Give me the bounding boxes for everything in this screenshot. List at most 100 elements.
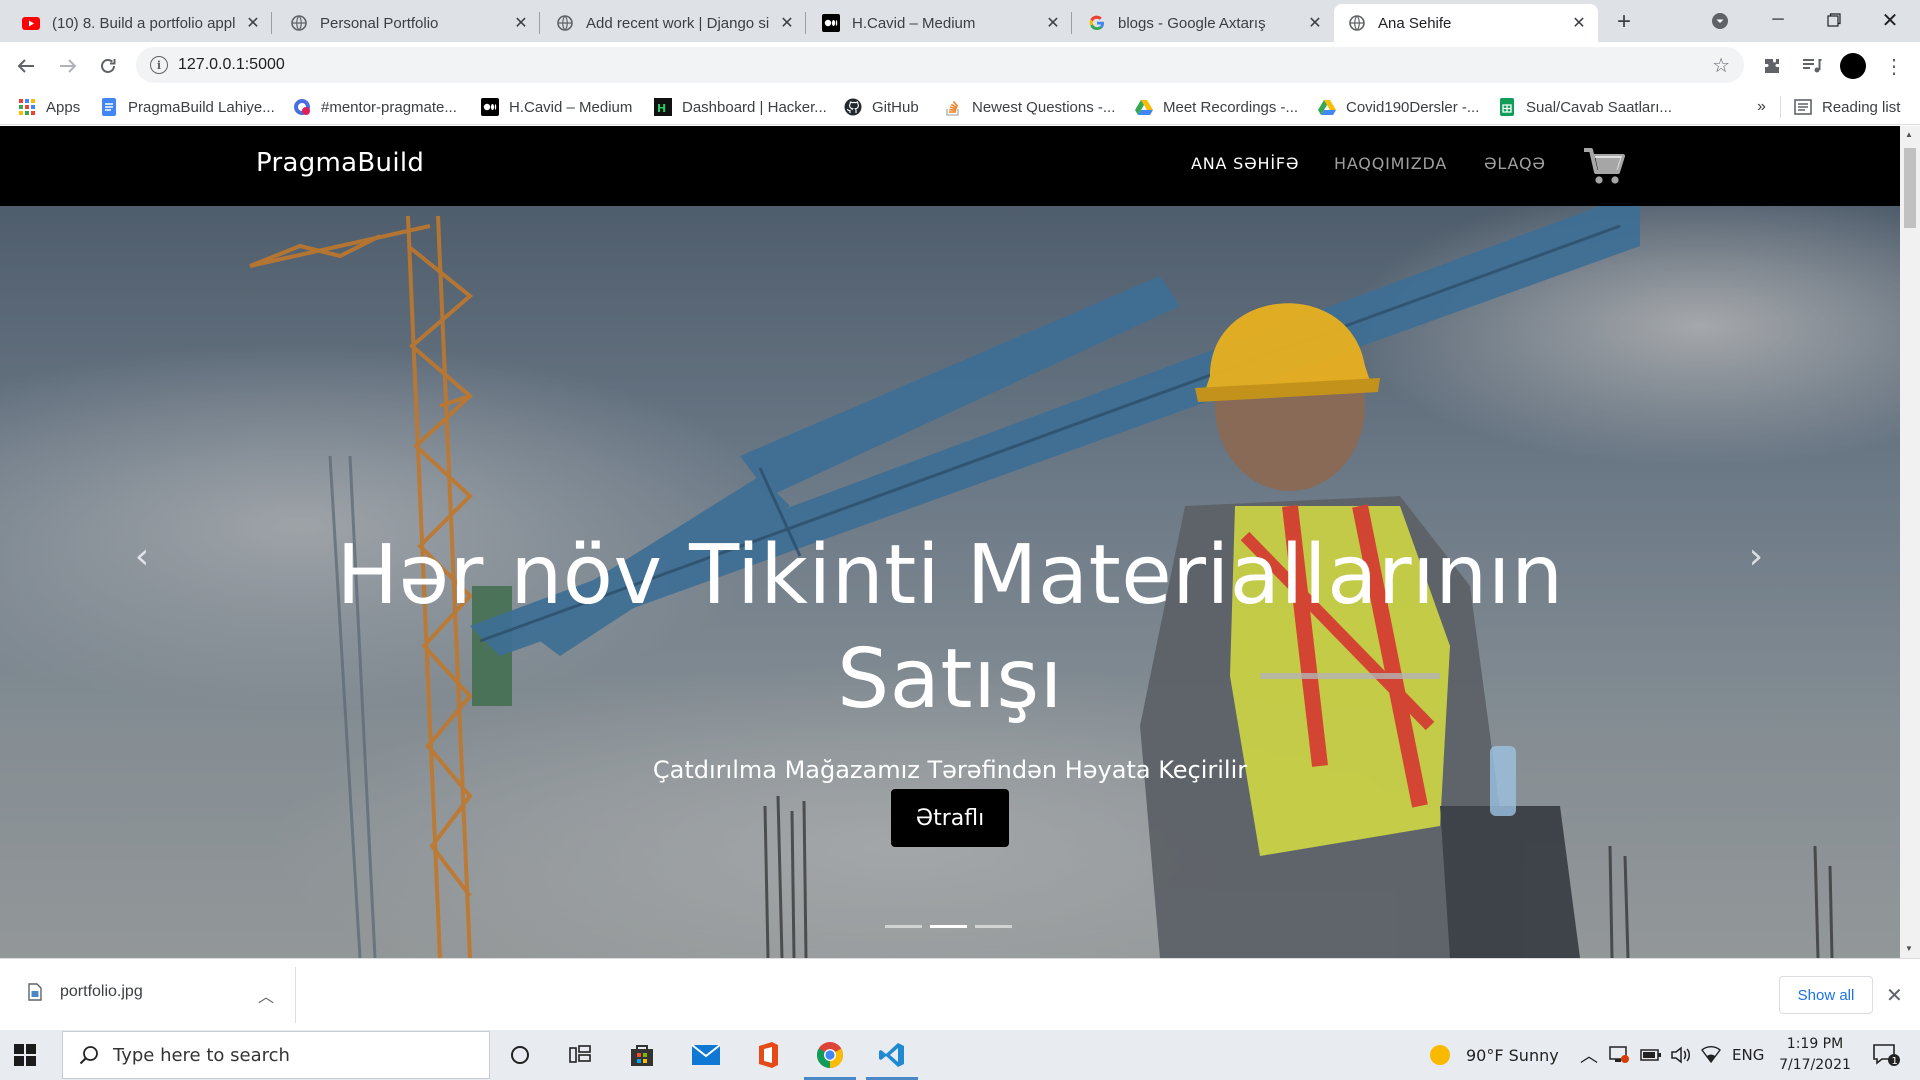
close-tab-icon[interactable]: ✕ bbox=[512, 14, 530, 32]
site-info-icon[interactable]: i bbox=[150, 56, 168, 74]
drive-icon bbox=[1318, 98, 1336, 116]
url-text: 127.0.0.1:5000 bbox=[178, 56, 285, 73]
nav-link-home[interactable]: ANA SƏHİFƏ bbox=[1191, 154, 1299, 173]
weather-text: 90°F Sunny bbox=[1466, 1045, 1559, 1065]
hero-title: Hər növ Tikinti Materiallarının Satışı bbox=[336, 528, 1564, 727]
taskbar-search-placeholder: Type here to search bbox=[113, 1044, 290, 1066]
download-filename: portfolio.jpg bbox=[60, 983, 143, 1000]
restore-button[interactable] bbox=[1814, 6, 1854, 34]
bookmark-github[interactable]: GitHub bbox=[844, 95, 919, 119]
tab-youtube[interactable]: (10) 8. Build a portfolio appl ✕ bbox=[8, 4, 272, 42]
bookmark-pragmabuild[interactable]: PragmaBuild Lahiye... bbox=[100, 95, 275, 119]
site-navbar: PragmaBuild ANA SƏHİFƏ HAQQIMIZDA ƏLAQƏ bbox=[0, 126, 1900, 206]
close-download-shelf-icon[interactable]: ✕ bbox=[1886, 983, 1903, 1008]
reload-icon bbox=[101, 59, 116, 73]
github-icon bbox=[844, 98, 862, 116]
bookmark-meet-recordings[interactable]: Meet Recordings -... bbox=[1135, 95, 1298, 119]
tab-search-button[interactable] bbox=[1708, 9, 1732, 33]
close-tab-icon[interactable]: ✕ bbox=[1306, 14, 1324, 32]
hero-subtitle: Çatdırılma Mağazamız Tərəfindən Həyata K… bbox=[652, 756, 1248, 784]
extensions-icon[interactable] bbox=[1758, 52, 1786, 80]
scroll-down-icon[interactable]: ▼ bbox=[1905, 944, 1913, 953]
bookmarks-divider bbox=[1780, 96, 1781, 118]
bookmark-hackerrank[interactable]: H Dashboard | Hacker... bbox=[654, 95, 827, 119]
download-shelf: portfolio.jpg ︿ Show all ✕ bbox=[0, 958, 1920, 1030]
close-tab-icon[interactable]: ✕ bbox=[1570, 14, 1588, 32]
show-all-downloads-button[interactable]: Show all bbox=[1779, 976, 1873, 1014]
office-icon[interactable] bbox=[738, 1030, 798, 1080]
notifications-button[interactable]: 1 bbox=[1872, 1030, 1900, 1080]
nav-link-about[interactable]: HAQQIMIZDA bbox=[1334, 154, 1447, 173]
system-clock[interactable]: 1:19 PM 7/17/2021 bbox=[1766, 1034, 1864, 1076]
back-arrow-icon bbox=[17, 59, 34, 73]
carousel-prev-arrow[interactable]: ‹ bbox=[127, 536, 157, 577]
mail-icon[interactable] bbox=[676, 1030, 736, 1080]
hackerrank-icon: H bbox=[654, 98, 672, 116]
docs-icon bbox=[100, 98, 118, 116]
carousel-indicator-1[interactable] bbox=[885, 925, 922, 928]
carousel-indicator-2[interactable] bbox=[930, 925, 967, 928]
site-brand-logo[interactable]: PragmaBuild bbox=[256, 148, 424, 178]
tab-add-recent-work[interactable]: Add recent work | Django si ✕ bbox=[542, 4, 806, 42]
chevron-up-icon[interactable]: ︿ bbox=[258, 983, 274, 1007]
sheets-icon bbox=[1498, 98, 1516, 116]
bookmark-apps[interactable]: Apps bbox=[18, 95, 80, 119]
bookmark-star-icon[interactable]: ☆ bbox=[1712, 53, 1730, 78]
volume-icon[interactable] bbox=[1670, 1030, 1692, 1080]
close-tab-icon[interactable]: ✕ bbox=[778, 14, 796, 32]
scrollbar-thumb[interactable] bbox=[1904, 148, 1916, 228]
forward-button[interactable] bbox=[54, 52, 82, 80]
learn-more-button[interactable]: Ətraflı bbox=[891, 789, 1009, 847]
tab-personal-portfolio[interactable]: Personal Portfolio ✕ bbox=[276, 4, 540, 42]
drive-icon bbox=[1135, 98, 1153, 116]
download-item[interactable]: portfolio.jpg bbox=[28, 983, 143, 1001]
battery-icon[interactable] bbox=[1640, 1030, 1662, 1080]
media-control-icon[interactable] bbox=[1798, 52, 1826, 80]
bookmark-medium[interactable]: H.Cavid – Medium bbox=[481, 95, 632, 119]
bookmarks-overflow-button[interactable]: » bbox=[1757, 95, 1766, 119]
tab-ana-sehife[interactable]: Ana Sehife ✕ bbox=[1334, 4, 1598, 42]
globe-icon bbox=[556, 14, 574, 32]
close-tab-icon[interactable]: ✕ bbox=[244, 14, 262, 32]
carousel-indicator-3[interactable] bbox=[975, 925, 1012, 928]
address-bar[interactable]: i 127.0.0.1:5000 ☆ bbox=[136, 47, 1744, 83]
shopping-cart-icon[interactable] bbox=[1582, 146, 1626, 186]
new-tab-button[interactable]: + bbox=[1610, 8, 1638, 36]
tab-strip: (10) 8. Build a portfolio appl ✕ Persona… bbox=[0, 0, 1920, 42]
page-scrollbar[interactable]: ▲ ▼ bbox=[1900, 126, 1920, 958]
reload-button[interactable] bbox=[94, 52, 122, 80]
windows-start-icon[interactable] bbox=[14, 1044, 36, 1066]
wifi-icon[interactable] bbox=[1700, 1030, 1722, 1080]
nav-link-contact[interactable]: ƏLAQƏ bbox=[1484, 154, 1546, 173]
carousel-indicators bbox=[885, 925, 1012, 928]
tray-chevron-up-icon[interactable]: ︿ bbox=[1580, 1030, 1598, 1080]
close-window-button[interactable]: ✕ bbox=[1870, 6, 1910, 34]
profile-avatar[interactable] bbox=[1840, 53, 1866, 79]
bookmark-sual-cavab[interactable]: Sual/Cavab Saatları... bbox=[1498, 95, 1672, 119]
menu-kebab-icon[interactable]: ⋮ bbox=[1880, 52, 1908, 80]
chrome-icon[interactable] bbox=[800, 1030, 860, 1080]
bookmark-stackoverflow[interactable]: Newest Questions -... bbox=[944, 95, 1115, 119]
network-status-icon[interactable] bbox=[1608, 1030, 1630, 1080]
reading-list-button[interactable]: Reading list bbox=[1794, 95, 1900, 119]
minimize-button[interactable]: ─ bbox=[1758, 6, 1798, 34]
bookmark-mentor[interactable]: #mentor-pragmate... bbox=[293, 95, 457, 119]
scroll-up-icon[interactable]: ▲ bbox=[1905, 130, 1913, 139]
carousel-next-arrow[interactable]: › bbox=[1741, 536, 1771, 577]
store-icon[interactable] bbox=[612, 1030, 672, 1080]
back-button[interactable] bbox=[12, 52, 40, 80]
task-view-icon[interactable] bbox=[550, 1030, 610, 1080]
vscode-icon[interactable] bbox=[862, 1030, 922, 1080]
cortana-icon[interactable] bbox=[490, 1030, 550, 1080]
weather-widget[interactable]: 90°F Sunny bbox=[1428, 1030, 1559, 1080]
svg-text:H: H bbox=[657, 102, 666, 115]
tab-medium[interactable]: H.Cavid – Medium ✕ bbox=[808, 4, 1072, 42]
close-tab-icon[interactable]: ✕ bbox=[1044, 14, 1062, 32]
reading-list-icon bbox=[1794, 98, 1812, 116]
bookmark-covid-dersler[interactable]: Covid190Dersler -... bbox=[1318, 95, 1479, 119]
taskbar-search-box[interactable]: Type here to search bbox=[62, 1031, 490, 1079]
language-indicator[interactable]: ENG bbox=[1732, 1030, 1764, 1080]
tab-google-search[interactable]: blogs - Google Axtarış ✕ bbox=[1074, 4, 1334, 42]
globe-icon bbox=[290, 14, 308, 32]
globe-icon bbox=[1348, 14, 1366, 32]
